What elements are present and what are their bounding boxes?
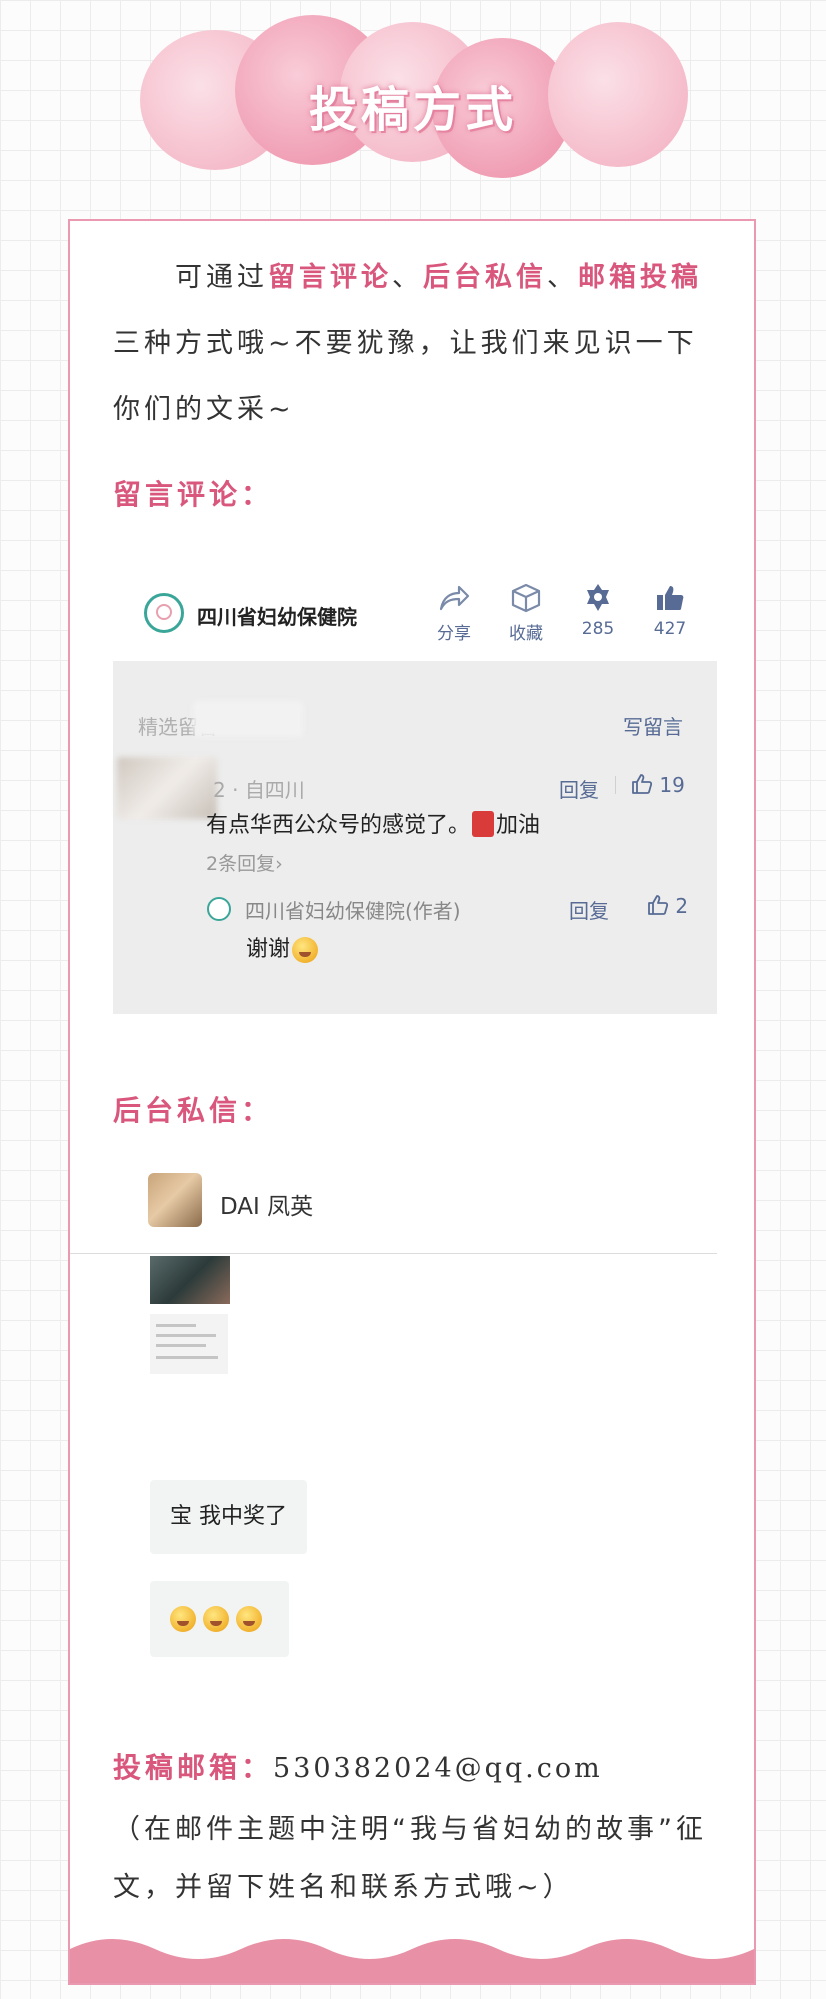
reply-button[interactable]: 回复 <box>559 774 599 803</box>
like-button[interactable]: 427 <box>640 583 700 639</box>
comment-meta: 2 · 自四川 <box>213 778 305 802</box>
smile-emoji-icon <box>203 1606 229 1632</box>
thumbs-up-outline-icon <box>648 895 669 915</box>
share-icon <box>439 585 470 611</box>
wink-emoji-icon <box>292 937 319 963</box>
commenter-avatar <box>117 757 217 819</box>
replies-link[interactable]: 2条回复› <box>206 849 283 876</box>
author-like-count: 2 <box>675 894 689 918</box>
email-address[interactable]: 530382024@qq.com <box>273 1753 603 1784</box>
author-name: 四川省妇幼保健院(作者) <box>245 899 461 923</box>
separator: 、 <box>547 262 578 293</box>
email-line: 投稿邮箱：530382024@qq.com <box>113 1746 603 1786</box>
author-logo-icon <box>207 897 231 921</box>
chat-message-bubble: 宝 我中奖了 <box>150 1480 307 1554</box>
collect-button[interactable]: 收藏 <box>496 583 556 644</box>
header-banner: 投稿方式 <box>0 0 826 190</box>
comments-panel: 精选留言 写留言 2 · 自四川 回复 19 有点华西公众号的感觉了。 加油 2条… <box>113 661 717 1014</box>
emoji-message-bubble <box>150 1581 289 1657</box>
contact-name: DAI 凤英 <box>220 1194 314 1220</box>
screenshot-thumbnail[interactable] <box>150 1314 228 1374</box>
section-title-comment: 留言评论： <box>113 478 274 511</box>
email-label: 投稿邮箱： <box>113 1751 274 1784</box>
email-note: （在邮件主题中注明“我与省妇幼的故事”征文，并留下姓名和联系方式哦~） <box>113 1814 707 1903</box>
write-comment-link[interactable]: 写留言 <box>623 711 683 740</box>
contact-avatar <box>148 1173 202 1227</box>
comment-text: 有点华西公众号的感觉了。 加油 <box>206 811 541 838</box>
method-comment: 留言评论 <box>268 262 392 293</box>
intro-lead: 可通过 <box>175 262 268 293</box>
article-action-bar: 四川省妇幼保健院 分享 收藏 285 427 <box>144 571 686 651</box>
divider <box>615 776 616 794</box>
chat-divider <box>70 1253 717 1254</box>
collect-icon <box>511 583 541 613</box>
wave-footer-decoration <box>70 1939 754 1983</box>
like-count: 427 <box>653 619 687 639</box>
blurred-overlay <box>193 701 303 737</box>
collect-label: 收藏 <box>509 624 543 644</box>
wow-button[interactable]: 285 <box>568 583 628 639</box>
section-title-dm: 后台私信： <box>113 1094 274 1127</box>
thumbs-up-outline-icon <box>632 774 653 794</box>
org-name: 四川省妇幼保健院 <box>197 605 357 629</box>
method-dm: 后台私信 <box>423 262 547 293</box>
share-button[interactable]: 分享 <box>424 583 484 644</box>
smile-emoji-icon <box>236 1606 262 1632</box>
intro-paragraph: 可通过留言评论、后台私信、邮箱投稿三种方式哦~不要犹豫，让我们来见识一下你们的文… <box>113 245 713 443</box>
method-email: 邮箱投稿 <box>578 262 702 293</box>
author-reply-text: 谢谢 <box>246 931 325 963</box>
intro-rest: 三种方式哦~不要犹豫，让我们来见识一下你们的文采~ <box>113 328 698 425</box>
author-reply-button[interactable]: 回复 <box>569 895 609 924</box>
author-like-button[interactable]: 2 <box>647 894 688 918</box>
fuel-emoji-icon <box>472 811 495 837</box>
wow-icon <box>587 584 609 611</box>
thumbs-up-icon <box>657 586 684 610</box>
smile-emoji-icon <box>170 1606 196 1632</box>
comment-like-button[interactable]: 19 <box>631 773 685 797</box>
page-title: 投稿方式 <box>308 82 517 138</box>
content-card: 可通过留言评论、后台私信、邮箱投稿三种方式哦~不要犹豫，让我们来见识一下你们的文… <box>68 219 756 1985</box>
wow-count: 285 <box>581 619 615 639</box>
hospital-logo-icon <box>144 593 184 633</box>
comment-like-count: 19 <box>659 773 685 797</box>
share-label: 分享 <box>437 624 471 644</box>
comment-location: 自四川 <box>244 778 305 802</box>
image-thumbnail[interactable] <box>150 1256 230 1304</box>
separator: 、 <box>392 262 423 293</box>
